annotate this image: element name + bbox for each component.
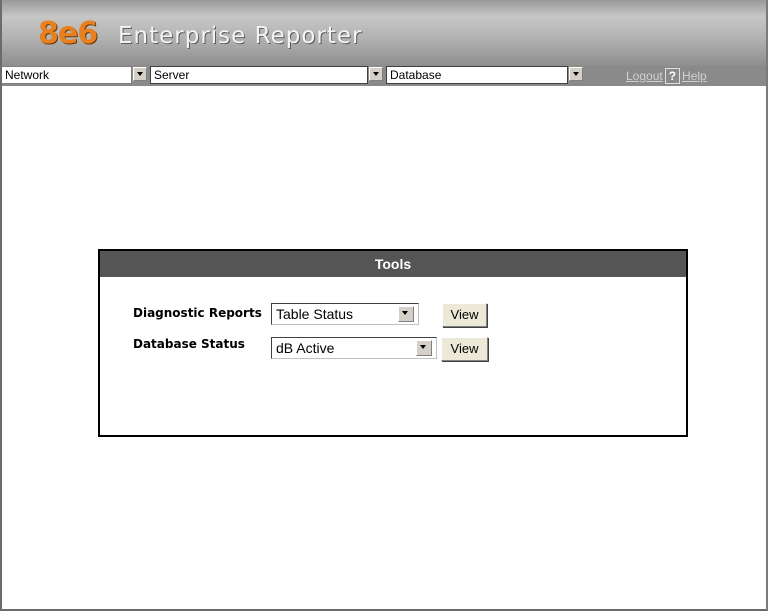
logo: 8e6 xyxy=(38,16,98,51)
app-title: Enterprise Reporter xyxy=(118,23,363,49)
header-links: Logout? Help xyxy=(626,68,707,84)
diagnostic-reports-select[interactable]: Table Status xyxy=(271,303,419,325)
server-dropdown-icon[interactable] xyxy=(369,67,383,81)
database-select-value: Database xyxy=(390,68,442,82)
help-icon[interactable]: ? xyxy=(664,68,681,84)
tools-panel: Tools Diagnostic Reports Table Status Vi… xyxy=(98,249,688,437)
app-banner: 8e6 Enterprise Reporter xyxy=(2,0,766,66)
app-window: 8e6 Enterprise Reporter Network Server D… xyxy=(0,0,768,611)
view-diagnostic-button[interactable]: View xyxy=(442,303,487,327)
diagnostic-reports-label: Diagnostic Reports xyxy=(133,306,262,320)
nav-bar: Network Server Database Logout? Help xyxy=(2,66,766,86)
chevron-down-icon[interactable] xyxy=(416,340,432,356)
database-status-label: Database Status xyxy=(133,337,245,351)
database-status-select[interactable]: dB Active xyxy=(271,337,437,359)
server-select[interactable]: Server xyxy=(150,66,368,84)
view-database-status-button[interactable]: View xyxy=(441,337,488,361)
database-select[interactable]: Database xyxy=(386,66,568,84)
network-dropdown-icon[interactable] xyxy=(133,67,147,81)
tools-panel-title: Tools xyxy=(100,251,686,277)
database-status-value: dB Active xyxy=(276,340,335,356)
database-dropdown-icon[interactable] xyxy=(569,67,583,81)
chevron-down-icon[interactable] xyxy=(398,306,414,322)
server-select-value: Server xyxy=(154,68,190,82)
network-select[interactable]: Network xyxy=(2,66,132,84)
network-select-value: Network xyxy=(5,68,50,82)
logout-link[interactable]: Logout xyxy=(626,69,663,83)
help-link[interactable]: Help xyxy=(682,69,707,83)
diagnostic-reports-value: Table Status xyxy=(276,306,354,322)
